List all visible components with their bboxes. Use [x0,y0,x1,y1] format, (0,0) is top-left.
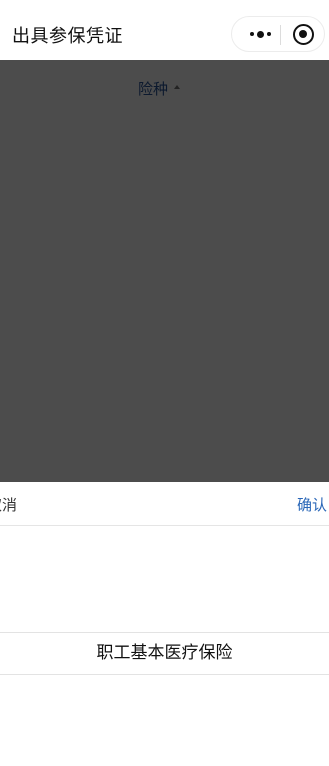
picker-confirm-button[interactable]: 确认 [297,494,327,515]
picker-mask-overlay[interactable] [0,60,329,482]
picker-option[interactable]: 职工基本医疗保险 [0,632,329,675]
picker-header: 取消 确认 [0,482,329,526]
picker-cancel-label: 取消 [0,496,18,514]
more-dots-icon[interactable] [242,25,278,43]
mini-program-close-icon[interactable] [293,24,314,45]
picker-cancel-button[interactable]: 取消 [0,494,27,516]
insurance-type-picker: 取消 确认 职工基本医疗保险 [0,482,329,766]
navigation-bar: 出具参保凭证 [0,0,329,60]
page-title: 出具参保凭证 [12,26,123,47]
mini-program-capsule [231,16,325,52]
capsule-divider [280,25,281,45]
picker-column[interactable]: 职工基本医疗保险 [0,526,329,766]
